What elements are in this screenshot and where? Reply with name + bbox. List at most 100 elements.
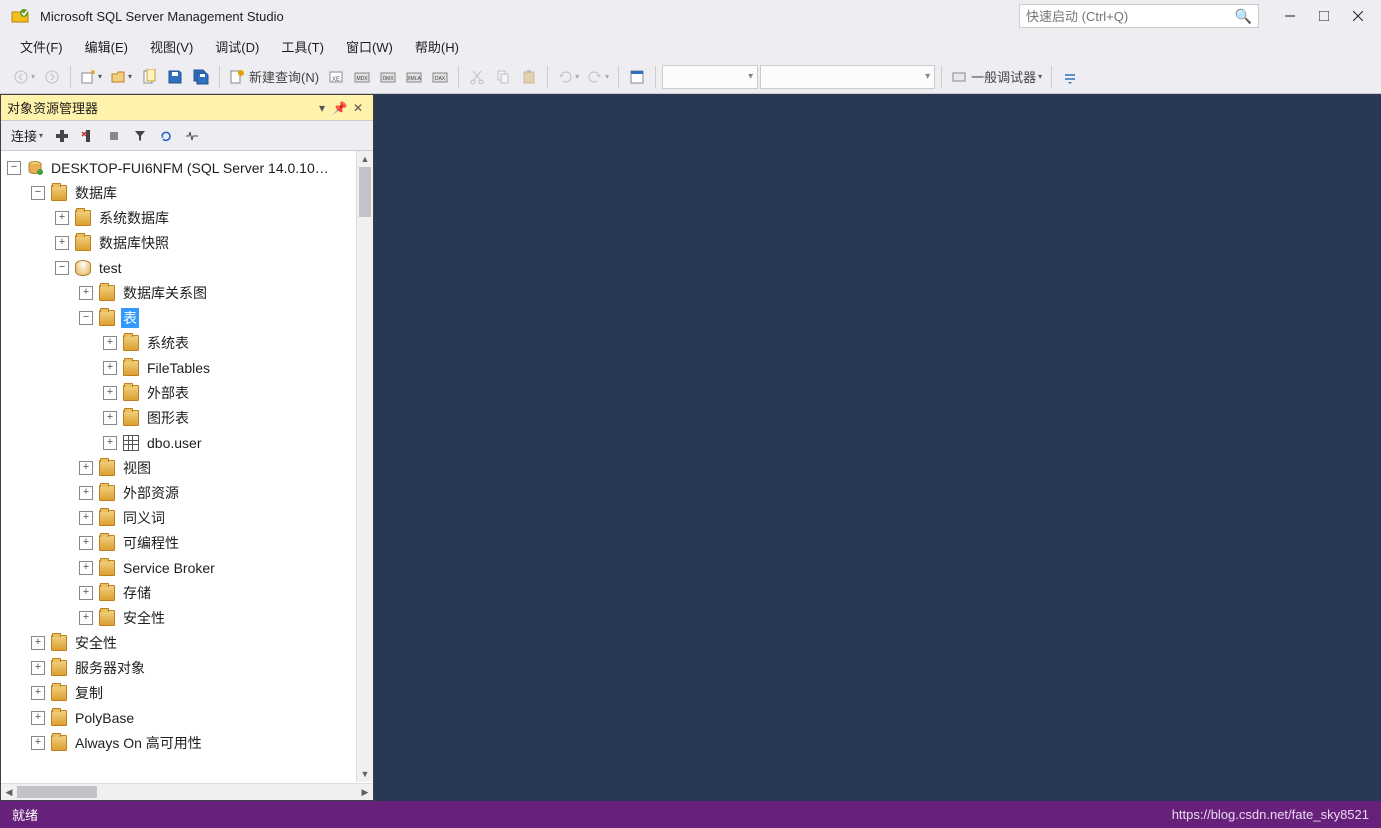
scroll-up-icon[interactable]: ▲ [357, 151, 373, 167]
collapse-icon[interactable]: − [31, 186, 45, 200]
menu-window[interactable]: 窗口(W) [336, 34, 403, 59]
new-project-button[interactable] [77, 65, 105, 89]
tree-node-dbo-user[interactable]: +dbo.user [1, 430, 373, 455]
mdx-button[interactable]: MDX [350, 65, 374, 89]
tree-node-storage[interactable]: +存储 [1, 580, 373, 605]
expand-icon[interactable]: + [79, 486, 93, 500]
menu-help[interactable]: 帮助(H) [405, 34, 469, 59]
tree-node-replication[interactable]: +复制 [1, 680, 373, 705]
expand-icon[interactable]: + [79, 461, 93, 475]
tree-node-external-tables[interactable]: +外部表 [1, 380, 373, 405]
scroll-down-icon[interactable]: ▼ [357, 766, 373, 782]
tree-node-service-broker[interactable]: +Service Broker [1, 555, 373, 580]
expand-icon[interactable]: + [31, 661, 45, 675]
tree-node-db-diagrams[interactable]: +数据库关系图 [1, 280, 373, 305]
connect-button[interactable]: 连接 [7, 125, 47, 147]
expand-icon[interactable]: + [79, 536, 93, 550]
tree-node-security[interactable]: +安全性 [1, 630, 373, 655]
tree-node-views[interactable]: +视图 [1, 455, 373, 480]
xevent-button[interactable]: XE [324, 65, 348, 89]
maximize-button[interactable] [1307, 4, 1341, 28]
expand-icon[interactable]: + [79, 611, 93, 625]
expand-icon[interactable]: + [55, 236, 69, 250]
disconnect-icon[interactable] [77, 125, 99, 147]
nav-back-button [10, 65, 38, 89]
tree-node-system-tables[interactable]: +系统表 [1, 330, 373, 355]
collapse-icon[interactable]: − [7, 161, 21, 175]
filter-icon[interactable] [129, 125, 151, 147]
expand-icon[interactable]: + [103, 386, 117, 400]
quick-launch[interactable]: 🔍 [1019, 4, 1259, 28]
scroll-thumb[interactable] [17, 786, 97, 798]
expand-icon[interactable]: + [31, 686, 45, 700]
tree-node-security-db[interactable]: +安全性 [1, 605, 373, 630]
minimize-button[interactable] [1273, 4, 1307, 28]
scroll-left-icon[interactable]: ◀ [1, 784, 17, 800]
panel-dropdown-icon[interactable]: ▾ [313, 99, 331, 117]
collapse-icon[interactable]: − [55, 261, 69, 275]
tree-node-filetables[interactable]: +FileTables [1, 355, 373, 380]
add-item-button[interactable] [137, 65, 161, 89]
tree-node-system-db[interactable]: +系统数据库 [1, 205, 373, 230]
tree-node-server-objects[interactable]: +服务器对象 [1, 655, 373, 680]
activity-icon[interactable] [181, 125, 203, 147]
solution-platform-combo[interactable]: ▾ [760, 65, 935, 89]
tree-node-server[interactable]: −DESKTOP-FUI6NFM (SQL Server 14.0.10… [1, 155, 373, 180]
expand-icon[interactable]: + [31, 711, 45, 725]
debugger-button[interactable]: 一般调试器 [948, 65, 1045, 89]
solution-config-combo[interactable]: ▾ [662, 65, 758, 89]
tree-node-test-db[interactable]: −test [1, 255, 373, 280]
expand-icon[interactable]: + [79, 561, 93, 575]
expand-icon[interactable]: + [79, 586, 93, 600]
menu-debug[interactable]: 调试(D) [205, 34, 269, 59]
expand-icon[interactable]: + [79, 511, 93, 525]
tree-node-polybase[interactable]: +PolyBase [1, 705, 373, 730]
menu-edit[interactable]: 编辑(E) [75, 34, 138, 59]
xmla-button[interactable]: XMLA [402, 65, 426, 89]
search-icon[interactable]: 🔍 [1235, 8, 1252, 25]
tree-node-db-snapshot[interactable]: + 数据库快照 [1, 230, 373, 255]
tree-node-always-on[interactable]: +Always On 高可用性 [1, 730, 373, 755]
open-file-button[interactable] [107, 65, 135, 89]
save-all-button[interactable] [189, 65, 213, 89]
object-tree[interactable]: −DESKTOP-FUI6NFM (SQL Server 14.0.10… −数… [1, 151, 373, 783]
node-label: 数据库快照 [97, 233, 171, 253]
toolbar-overflow-button[interactable] [1058, 65, 1082, 89]
tree-node-tables[interactable]: −表 [1, 305, 373, 330]
expand-icon[interactable]: + [103, 436, 117, 450]
menu-file[interactable]: 文件(F) [10, 34, 73, 59]
expand-icon[interactable]: + [31, 736, 45, 750]
expand-icon[interactable]: + [103, 336, 117, 350]
folder-icon [99, 285, 115, 301]
tree-node-programmability[interactable]: +可编程性 [1, 530, 373, 555]
quick-launch-input[interactable] [1026, 9, 1235, 24]
connect-server-icon[interactable] [51, 125, 73, 147]
expand-icon[interactable]: + [79, 286, 93, 300]
menu-tools[interactable]: 工具(T) [271, 34, 334, 59]
close-button[interactable] [1341, 4, 1375, 28]
dmx-button[interactable]: DMX [376, 65, 400, 89]
expand-icon[interactable]: + [55, 211, 69, 225]
tree-node-external-resources[interactable]: +外部资源 [1, 480, 373, 505]
panel-pin-icon[interactable]: 📌 [331, 99, 349, 117]
expand-icon[interactable]: + [103, 361, 117, 375]
save-button[interactable] [163, 65, 187, 89]
scroll-thumb[interactable] [359, 167, 371, 217]
tree-node-synonyms[interactable]: +同义词 [1, 505, 373, 530]
scroll-right-icon[interactable]: ▶ [357, 784, 373, 800]
expand-icon[interactable]: + [103, 411, 117, 425]
title-bar: Microsoft SQL Server Management Studio 🔍 [0, 0, 1381, 32]
vertical-scrollbar[interactable]: ▲ ▼ [356, 151, 373, 782]
tree-node-graph-tables[interactable]: +图形表 [1, 405, 373, 430]
dax-button[interactable]: DAX [428, 65, 452, 89]
panel-toolbar: 连接 [1, 121, 373, 151]
expand-icon[interactable]: + [31, 636, 45, 650]
horizontal-scrollbar[interactable]: ◀ ▶ [1, 783, 373, 800]
panel-close-icon[interactable]: ✕ [349, 99, 367, 117]
menu-view[interactable]: 视图(V) [140, 34, 203, 59]
properties-button[interactable] [625, 65, 649, 89]
new-query-button[interactable]: 新建查询(N) [226, 65, 322, 89]
refresh-icon[interactable] [155, 125, 177, 147]
collapse-icon[interactable]: − [79, 311, 93, 325]
tree-node-databases[interactable]: −数据库 [1, 180, 373, 205]
